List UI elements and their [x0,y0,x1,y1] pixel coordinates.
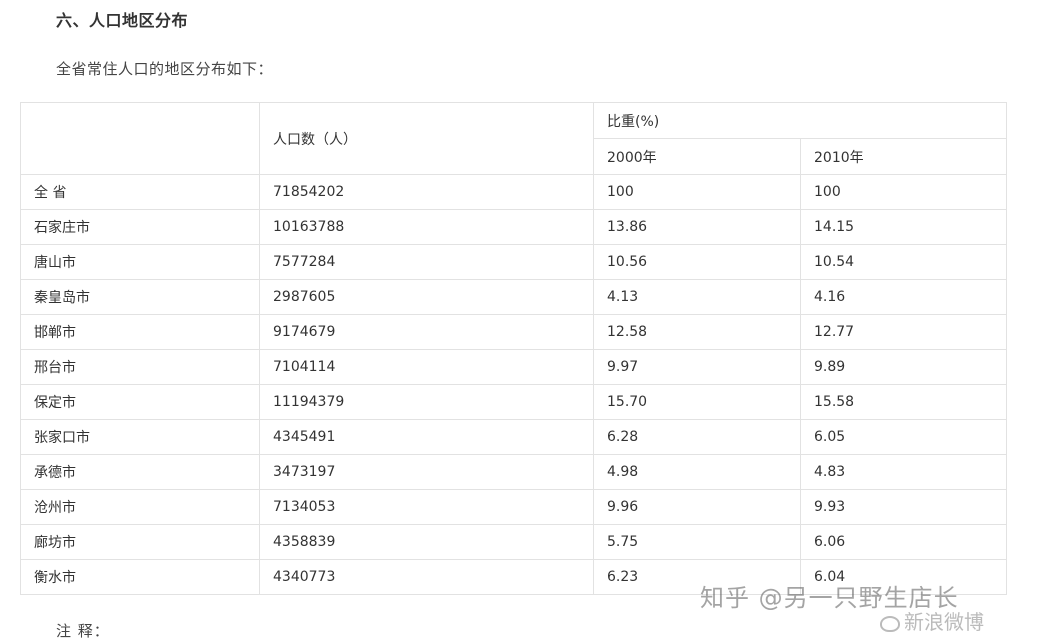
region-cell: 秦皇岛市 [20,279,260,315]
weibo-watermark-text: 新浪微博 [904,610,984,634]
population-cell: 7134053 [259,489,594,525]
table-row: 廊坊市 4358839 5.75 6.06 [20,524,1008,560]
region-cell: 石家庄市 [20,209,260,245]
table-row: 保定市 11194379 15.70 15.58 [20,384,1008,420]
table-row: 沧州市 7134053 9.96 9.93 [20,489,1008,525]
region-cell: 邢台市 [20,349,260,385]
region-cell: 全 省 [20,174,260,210]
region-cell: 廊坊市 [20,524,260,560]
share-2000-cell: 4.13 [593,279,801,315]
weibo-watermark: 新浪微博 [880,606,984,635]
share-2000-cell: 9.97 [593,349,801,385]
region-cell: 保定市 [20,384,260,420]
population-cell: 9174679 [259,314,594,350]
share-2010-cell: 6.06 [799,524,1008,560]
table-row: 秦皇岛市 2987605 4.13 4.16 [20,279,1008,315]
share-2010-cell: 15.58 [799,384,1008,420]
weibo-icon [880,615,900,632]
population-cell: 4340773 [259,559,594,595]
region-cell: 衡水市 [20,559,260,595]
population-cell: 71854202 [259,174,594,210]
share-2010-cell: 9.89 [799,349,1008,385]
population-cell: 10163788 [259,209,594,245]
share-2000-cell: 6.28 [593,419,801,455]
header-region-cell [20,102,260,175]
share-2000-cell: 5.75 [593,524,801,560]
share-2000-cell: 15.70 [593,384,801,420]
table-row: 承德市 3473197 4.98 4.83 [20,454,1008,490]
region-cell: 张家口市 [20,419,260,455]
table-row: 唐山市 7577284 10.56 10.54 [20,244,1008,280]
population-cell: 2987605 [259,279,594,315]
share-2010-cell: 4.83 [799,454,1008,490]
note-label: 注 释： [56,622,110,640]
intro-text: 全省常住人口的地区分布如下： [56,60,274,78]
share-2000-cell: 12.58 [593,314,801,350]
population-cell: 4358839 [259,524,594,560]
share-2010-cell: 9.93 [799,489,1008,525]
share-2010-cell: 10.54 [799,244,1008,280]
population-cell: 7577284 [259,244,594,280]
region-cell: 承德市 [20,454,260,490]
share-2010-cell: 4.16 [799,279,1008,315]
population-cell: 11194379 [259,384,594,420]
table-row: 邯郸市 9174679 12.58 12.77 [20,314,1008,350]
header-population-cell: 人口数（人） [259,102,594,175]
share-2000-cell: 10.56 [593,244,801,280]
share-2000-cell: 9.96 [593,489,801,525]
table-row: 邢台市 7104114 9.97 9.89 [20,349,1008,385]
share-2010-cell: 6.05 [799,419,1008,455]
population-cell: 7104114 [259,349,594,385]
share-2000-cell: 13.86 [593,209,801,245]
share-2010-cell: 100 [799,174,1008,210]
header-share-cell: 比重(%) [592,102,1008,139]
table-row: 石家庄市 10163788 13.86 14.15 [20,209,1008,245]
table-row: 全 省 71854202 100 100 [20,174,1008,210]
population-cell: 4345491 [259,419,594,455]
region-cell: 唐山市 [20,244,260,280]
header-year-2000-cell: 2000年 [593,138,801,175]
header-year-2010-cell: 2010年 [799,138,1008,175]
region-cell: 沧州市 [20,489,260,525]
share-2010-cell: 12.77 [799,314,1008,350]
region-cell: 邯郸市 [20,314,260,350]
share-2010-cell: 14.15 [799,209,1008,245]
table-row: 张家口市 4345491 6.28 6.05 [20,419,1008,455]
section-heading: 六、人口地区分布 [56,11,189,30]
share-2000-cell: 4.98 [593,454,801,490]
population-cell: 3473197 [259,454,594,490]
population-distribution-table: 人口数（人） 比重(%) 2000年 2010年 全 省 71854202 100 1… [20,102,1008,595]
share-2000-cell: 100 [593,174,801,210]
table-header-row: 人口数（人） 比重(%) [20,102,1008,175]
